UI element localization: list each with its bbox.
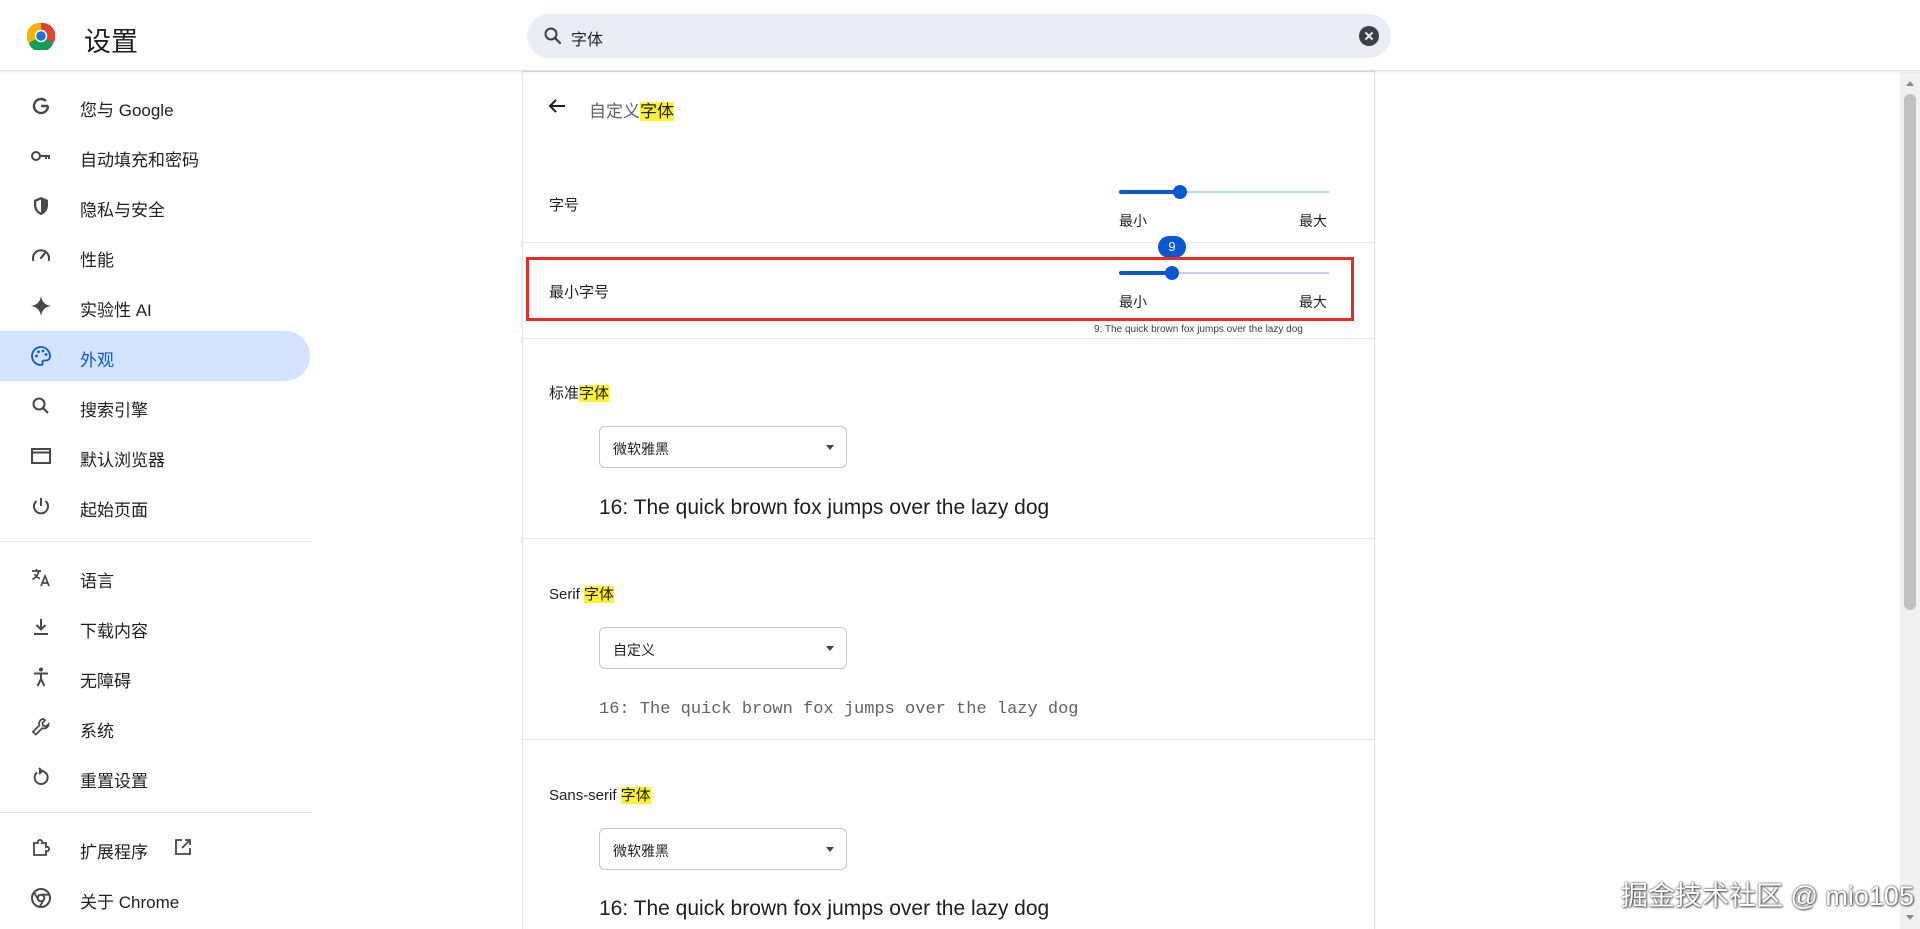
search-input[interactable]: 字体 — [571, 26, 603, 50]
row-separator — [523, 242, 1374, 243]
sidebar-item-label: 性能 — [80, 251, 114, 270]
sidebar: 您与 Google 自动填充和密码 隐私与安全 性能 实验性 AI 外观 搜索引… — [0, 72, 312, 929]
sidebar-item-label: 起始页面 — [80, 501, 148, 520]
sans-serif-font-label: Sans-serif 字体 — [549, 787, 651, 804]
slider-knob[interactable] — [1173, 185, 1187, 199]
select-value: 微软雅黑 — [613, 441, 669, 457]
browser-window-icon — [31, 448, 51, 464]
scroll-down-arrow-icon[interactable] — [1906, 915, 1914, 920]
serif-font-select[interactable]: 自定义 — [599, 627, 847, 669]
chrome-logo-icon — [27, 22, 55, 50]
sidebar-item-performance[interactable]: 性能 — [0, 231, 310, 281]
sidebar-item-label: 重置设置 — [80, 772, 148, 791]
sidebar-item-startup[interactable]: 起始页面 — [0, 481, 310, 531]
sidebar-item-label: 无障碍 — [80, 672, 131, 691]
select-value: 微软雅黑 — [613, 843, 669, 859]
search-icon — [32, 397, 49, 414]
dropdown-arrow-icon — [826, 646, 834, 651]
palette-icon — [31, 346, 51, 366]
sidebar-item-downloads[interactable]: 下载内容 — [0, 602, 310, 652]
sidebar-item-google[interactable]: 您与 Google — [0, 81, 310, 131]
serif-font-preview: 16: The quick brown fox jumps over the l… — [599, 700, 1079, 719]
sidebar-item-about-chrome[interactable]: 关于 Chrome — [0, 873, 310, 923]
clear-search-icon[interactable] — [1359, 26, 1379, 46]
watermark: 掘金技术社区 @ mio105 — [1621, 881, 1914, 911]
select-value: 自定义 — [613, 642, 655, 658]
sidebar-item-label: 下载内容 — [80, 622, 148, 641]
slider-value-bubble: 9 — [1158, 236, 1186, 258]
top-bar: 设置 字体 — [0, 0, 1920, 70]
open-in-new-icon — [175, 839, 191, 855]
row-separator — [523, 538, 1374, 539]
shield-icon — [34, 197, 48, 215]
back-arrow-icon[interactable] — [545, 94, 569, 118]
standard-font-select[interactable]: 微软雅黑 — [599, 426, 847, 468]
sidebar-divider — [0, 812, 312, 813]
sparkle-icon — [31, 296, 51, 316]
sidebar-item-appearance[interactable]: 外观 — [0, 331, 310, 381]
sidebar-item-label: 实验性 AI — [80, 301, 152, 320]
sidebar-item-extensions[interactable]: 扩展程序 — [0, 823, 310, 873]
standard-font-label: 标准字体 — [549, 385, 610, 402]
sidebar-item-autofill[interactable]: 自动填充和密码 — [0, 131, 310, 181]
font-size-min-label: 最小 — [1119, 213, 1147, 229]
translate-icon — [32, 569, 50, 587]
min-font-size-preview: 9: The quick brown fox jumps over the la… — [1094, 324, 1303, 335]
scroll-up-arrow-icon[interactable] — [1906, 81, 1914, 86]
search-icon — [544, 27, 562, 45]
customize-fonts-card: 自定义字体 字号 最小 最大 最小字号 9 最小 最大 9: The quick… — [523, 72, 1374, 929]
accessibility-icon — [34, 667, 48, 687]
power-icon — [33, 498, 49, 515]
font-size-label: 字号 — [549, 197, 580, 214]
puzzle-icon — [33, 839, 50, 856]
sidebar-item-languages[interactable]: 语言 — [0, 552, 310, 602]
row-separator — [523, 739, 1374, 740]
sans-serif-font-preview: 16: The quick brown fox jumps over the l… — [599, 897, 1050, 920]
slider-fill — [1119, 190, 1180, 194]
sidebar-item-label: 搜索引擎 — [80, 401, 148, 420]
key-icon — [31, 151, 50, 161]
font-size-max-label: 最大 — [1299, 213, 1327, 229]
sidebar-item-label: 隐私与安全 — [80, 201, 165, 220]
dropdown-arrow-icon — [826, 847, 834, 852]
sidebar-item-label: 系统 — [80, 722, 114, 741]
sidebar-divider — [0, 541, 312, 542]
google-g-icon — [32, 97, 50, 115]
wrench-icon — [31, 718, 50, 736]
row-separator — [523, 338, 1374, 339]
sidebar-item-label: 语言 — [80, 572, 114, 591]
page-subtitle: 自定义字体 — [589, 102, 674, 121]
dropdown-arrow-icon — [826, 445, 834, 450]
sidebar-item-label: 扩展程序 — [80, 843, 148, 862]
reset-icon — [33, 767, 49, 785]
sans-serif-font-select[interactable]: 微软雅黑 — [599, 828, 847, 870]
page-title: 设置 — [84, 27, 138, 57]
sidebar-item-accessibility[interactable]: 无障碍 — [0, 652, 310, 702]
chrome-icon — [31, 888, 51, 908]
annotation-highlight-box — [526, 257, 1354, 321]
sidebar-item-system[interactable]: 系统 — [0, 702, 310, 752]
scrollbar-thumb[interactable] — [1904, 94, 1916, 610]
sidebar-item-label: 您与 Google — [80, 101, 174, 120]
speedometer-icon — [32, 249, 50, 262]
settings-search[interactable]: 字体 — [527, 14, 1391, 58]
font-size-slider[interactable] — [1119, 184, 1329, 200]
sidebar-item-label: 关于 Chrome — [80, 893, 180, 912]
sidebar-item-default-browser[interactable]: 默认浏览器 — [0, 431, 310, 481]
sidebar-item-experimental-ai[interactable]: 实验性 AI — [0, 281, 310, 331]
sidebar-item-label: 外观 — [80, 351, 114, 370]
download-icon — [34, 619, 48, 635]
sidebar-item-privacy[interactable]: 隐私与安全 — [0, 181, 310, 231]
standard-font-preview: 16: The quick brown fox jumps over the l… — [599, 496, 1050, 519]
sidebar-item-label: 自动填充和密码 — [80, 151, 199, 170]
page-scrollbar[interactable] — [1900, 72, 1920, 929]
sidebar-item-search-engine[interactable]: 搜索引擎 — [0, 381, 310, 431]
sidebar-item-label: 默认浏览器 — [80, 451, 165, 470]
sidebar-item-reset[interactable]: 重置设置 — [0, 752, 310, 802]
serif-font-label: Serif 字体 — [549, 586, 615, 603]
